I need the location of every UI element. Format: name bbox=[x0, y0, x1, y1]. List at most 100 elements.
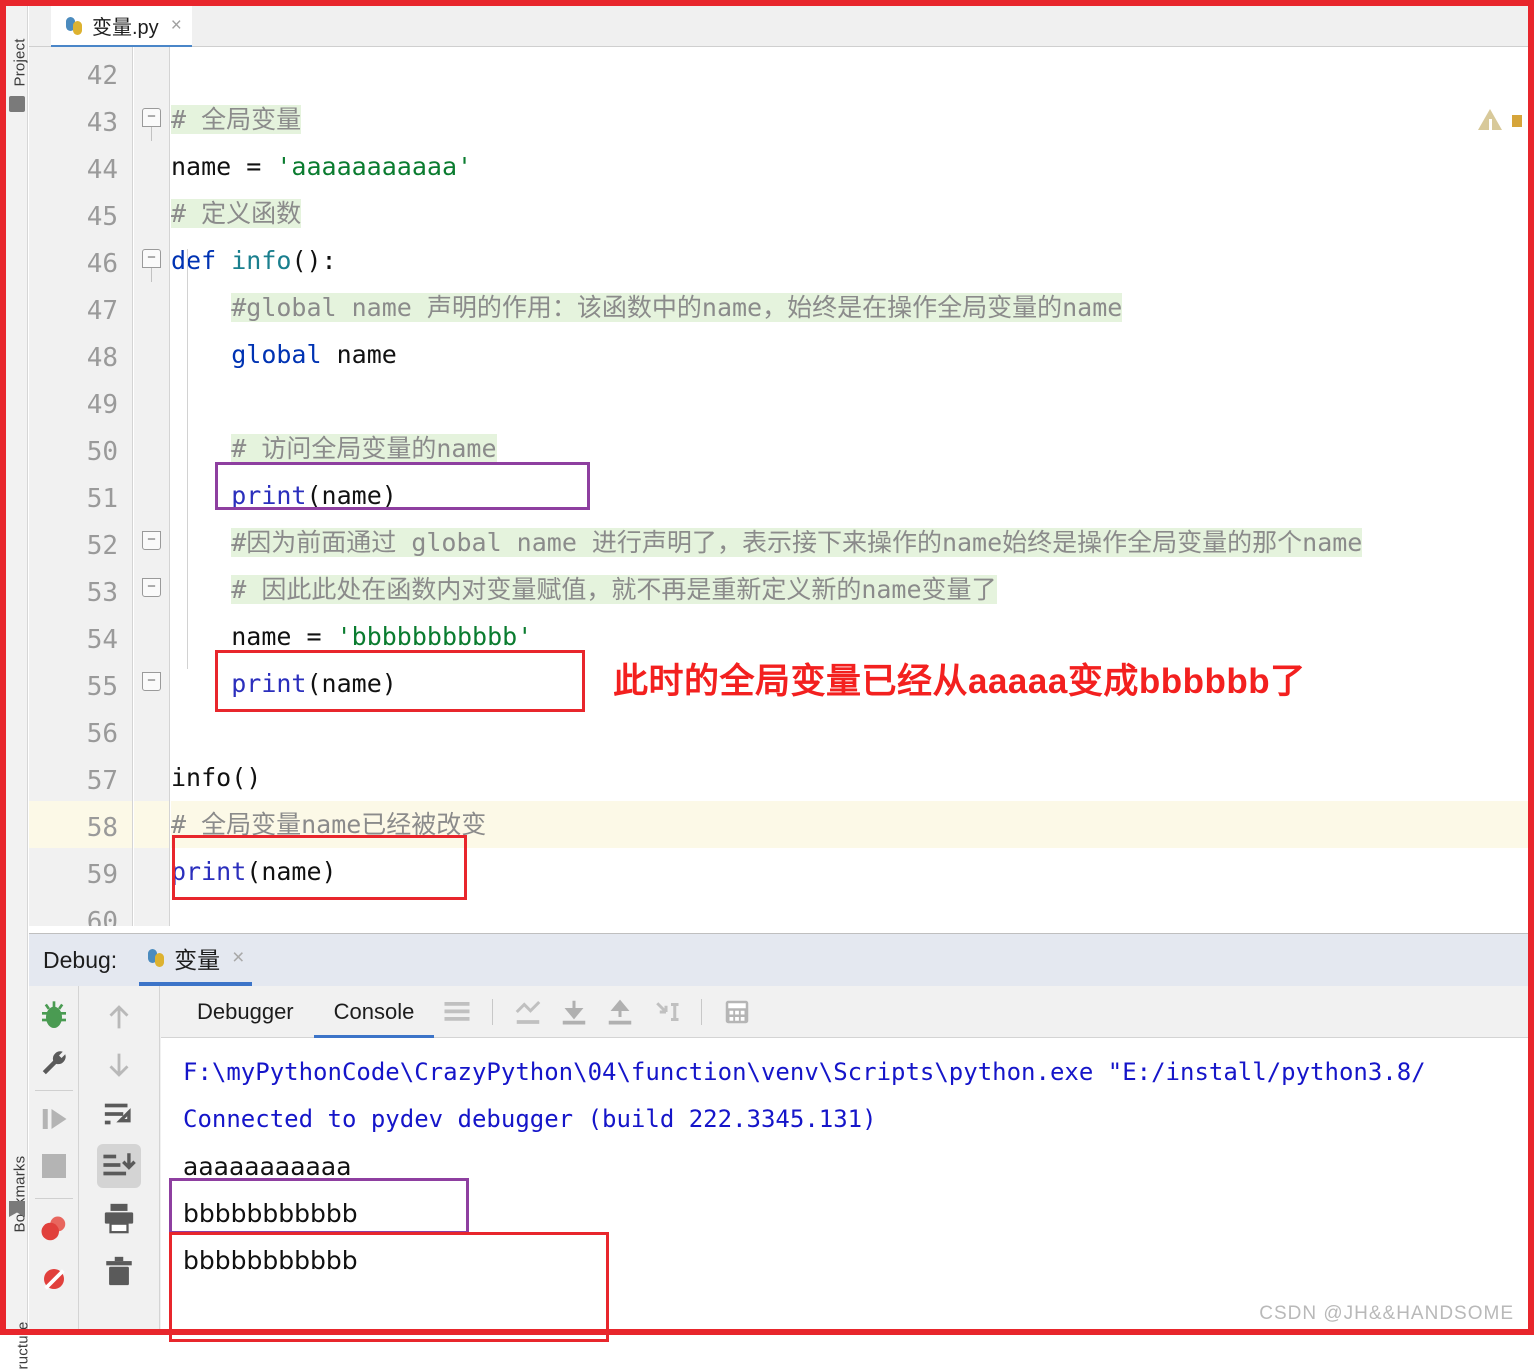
code-line[interactable] bbox=[171, 378, 1528, 425]
fold-line bbox=[151, 268, 152, 282]
fold-marker[interactable]: − bbox=[142, 672, 161, 691]
line-number: 52 bbox=[86, 531, 118, 561]
current-line-highlight bbox=[134, 801, 169, 848]
console-line: Connected to pydev debugger (build 222.3… bbox=[183, 1105, 877, 1133]
annotation-note-text: 此时的全局变量已经从aaaaa变成bbbbbb了 bbox=[613, 662, 1306, 701]
scroll-to-end-icon[interactable] bbox=[559, 997, 589, 1027]
line-number: 45 bbox=[86, 202, 118, 232]
stop-icon[interactable] bbox=[42, 1154, 66, 1178]
close-icon[interactable]: × bbox=[232, 946, 244, 970]
close-icon[interactable]: × bbox=[171, 16, 182, 35]
console-line: F:\myPythonCode\CrazyPython\04\function\… bbox=[183, 1058, 1426, 1086]
console-area: Debugger Console F:\myPythonCode\CrazyPy… bbox=[161, 986, 1528, 1342]
debug-action-column bbox=[29, 986, 79, 1329]
fold-marker[interactable]: − bbox=[142, 249, 161, 268]
debug-run-config-tab[interactable]: 变量 × bbox=[139, 934, 253, 986]
line-number: 58 bbox=[86, 813, 118, 843]
line-number: 55 bbox=[86, 672, 118, 702]
divider bbox=[701, 998, 703, 1025]
code-line[interactable] bbox=[171, 895, 1528, 926]
tab-console[interactable]: Console bbox=[313, 986, 435, 1038]
sidebar-tab-bookmarks[interactable]: Bookmarks bbox=[12, 1133, 29, 1233]
down-the-stack-icon[interactable] bbox=[651, 997, 681, 1027]
line-number: 47 bbox=[86, 296, 118, 326]
inspection-marker-icon[interactable] bbox=[1512, 115, 1522, 127]
resume-program-icon[interactable] bbox=[39, 1104, 69, 1134]
line-number: 49 bbox=[86, 390, 118, 420]
step-into-icon[interactable] bbox=[97, 1144, 141, 1188]
bug-icon[interactable] bbox=[38, 1000, 70, 1032]
code-line[interactable]: # 因此此处在函数内对变量赋值，就不再是重新定义新的name变量了 bbox=[171, 566, 1528, 613]
code-line[interactable]: # 全局变量name已经被改变 bbox=[171, 801, 1528, 848]
console-line: bbbbbbbbbbb bbox=[183, 1246, 358, 1275]
code-line[interactable]: # 定义函数 bbox=[171, 190, 1528, 237]
code-line[interactable]: # 全局变量 bbox=[171, 96, 1528, 143]
fold-marker[interactable]: − bbox=[142, 108, 161, 127]
trash-icon[interactable] bbox=[102, 1254, 136, 1288]
code-line[interactable]: # 访问全局变量的name bbox=[171, 425, 1528, 472]
sidebar-tab-structure[interactable]: ructure bbox=[15, 1280, 32, 1369]
editor-tab-label: 变量.py bbox=[92, 17, 159, 39]
line-number: 43 bbox=[86, 108, 118, 138]
debug-panel-label: Debug: bbox=[43, 946, 118, 973]
line-number: 44 bbox=[86, 155, 118, 185]
view-breakpoints-icon[interactable] bbox=[39, 1214, 69, 1244]
console-output[interactable]: F:\myPythonCode\CrazyPython\04\function\… bbox=[161, 1039, 1528, 1329]
left-tool-strip: Project Bookmarks ructure bbox=[6, 6, 32, 1370]
calculator-icon[interactable] bbox=[722, 997, 752, 1027]
step-over-icon[interactable] bbox=[102, 1098, 136, 1132]
code-line[interactable]: #global name 声明的作用：该函数中的name，始终是在操作全局变量的… bbox=[171, 284, 1528, 331]
editor-area: 变量.py × 42 43 44 45 46 47 48 49 50 51 52 53 54 55 56 57… bbox=[29, 6, 1528, 926]
line-number: 46 bbox=[86, 249, 118, 279]
line-number: 51 bbox=[86, 484, 118, 514]
code-line[interactable]: info() bbox=[171, 754, 1528, 801]
step-down-icon[interactable] bbox=[102, 1048, 136, 1082]
watermark: CSDN @JH&&HANDSOME bbox=[1259, 1303, 1514, 1324]
code-line[interactable]: def info(): bbox=[171, 237, 1528, 284]
code-line[interactable]: print(name) bbox=[171, 848, 1528, 895]
line-number: 48 bbox=[86, 343, 118, 373]
line-number: 50 bbox=[86, 437, 118, 467]
line-number: 54 bbox=[86, 625, 118, 655]
code-folding-gutter[interactable]: − − − − − bbox=[134, 47, 170, 926]
soft-wrap-icon[interactable] bbox=[442, 997, 472, 1027]
code-line[interactable]: #因为前面通过 global name 进行声明了，表示接下来操作的name始终… bbox=[171, 519, 1528, 566]
code-content[interactable]: # 全局变量 name = 'aaaaaaaaaaa' # 定义函数 def info… bbox=[171, 47, 1528, 926]
debug-run-config-label: 变量 bbox=[174, 947, 221, 973]
up-the-stack-icon[interactable] bbox=[605, 997, 635, 1027]
tab-debugger[interactable]: Debugger bbox=[177, 986, 314, 1038]
debug-stepping-column bbox=[80, 986, 160, 1329]
line-number: 42 bbox=[86, 61, 118, 91]
code-line[interactable]: print(name) bbox=[171, 472, 1528, 519]
editor-tab-bar: 变量.py × bbox=[29, 6, 1528, 47]
print-icon[interactable] bbox=[102, 1201, 136, 1235]
line-number: 60 bbox=[86, 907, 118, 926]
folder-icon bbox=[9, 96, 25, 112]
console-toolbar: Debugger Console bbox=[161, 986, 1528, 1038]
step-up-icon[interactable] bbox=[102, 1000, 136, 1034]
line-number: 56 bbox=[86, 719, 118, 749]
code-line[interactable] bbox=[171, 49, 1528, 96]
warning-triangle-exclamation bbox=[1489, 119, 1492, 130]
sidebar-tab-project[interactable]: Project bbox=[12, 7, 29, 86]
fold-line bbox=[151, 127, 152, 141]
line-number: 57 bbox=[86, 766, 118, 796]
debug-tool-window: Debug: 变量 × Debugger Console F:\myPython… bbox=[29, 933, 1528, 1342]
fold-marker[interactable]: − bbox=[142, 531, 161, 550]
python-file-icon bbox=[65, 16, 85, 36]
editor-body[interactable]: 42 43 44 45 46 47 48 49 50 51 52 53 54 55 56 57 58 59 60 −… bbox=[29, 47, 1528, 926]
line-number: 59 bbox=[86, 860, 118, 890]
console-line: bbbbbbbbbbb bbox=[183, 1199, 358, 1228]
code-line[interactable]: global name bbox=[171, 331, 1528, 378]
divider bbox=[492, 998, 494, 1025]
editor-tab-bianliang-py[interactable]: 变量.py × bbox=[51, 6, 192, 47]
line-number-gutter: 42 43 44 45 46 47 48 49 50 51 52 53 54 55 56 57 58 59 60 bbox=[29, 47, 133, 926]
wrench-icon[interactable] bbox=[39, 1048, 69, 1078]
debug-header: Debug: 变量 × bbox=[29, 934, 1528, 986]
divider bbox=[35, 1198, 73, 1199]
code-line[interactable] bbox=[171, 707, 1528, 754]
mute-breakpoints-icon[interactable] bbox=[39, 1264, 69, 1294]
code-line[interactable]: name = 'aaaaaaaaaaa' bbox=[171, 143, 1528, 190]
fold-marker[interactable]: − bbox=[142, 578, 161, 597]
scroll-to-top-icon[interactable] bbox=[513, 997, 543, 1027]
